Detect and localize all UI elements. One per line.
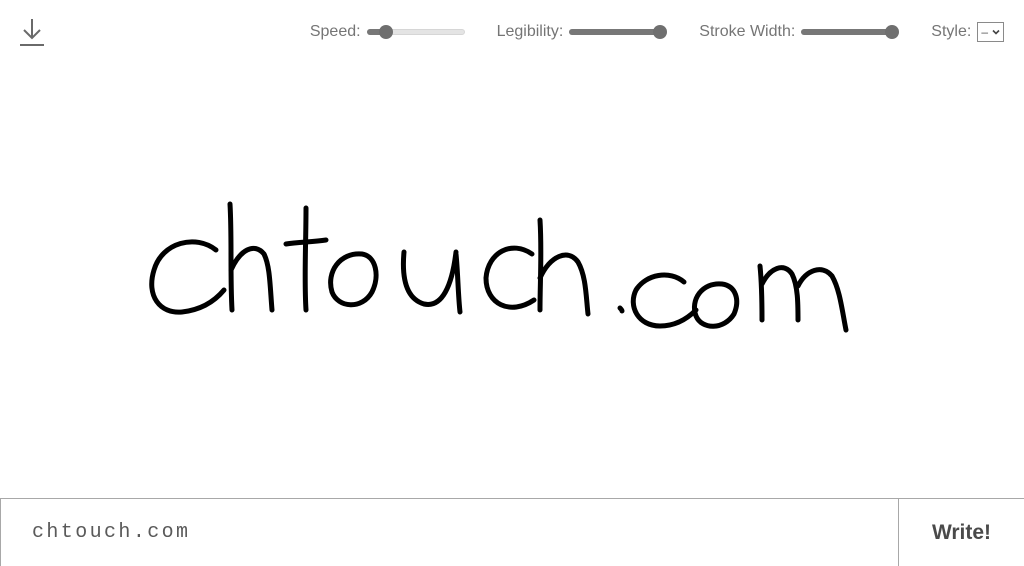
stroke-width-slider-fill xyxy=(801,29,893,35)
style-label: Style: xyxy=(931,23,972,40)
style-control: Style: – xyxy=(931,22,1004,42)
glyph-o xyxy=(328,251,379,308)
stroke-width-label: Stroke Width: xyxy=(699,23,796,40)
glyph-h xyxy=(227,201,275,313)
controls: Speed: Legibility: Stroke Width: Style: … xyxy=(310,20,1004,44)
speed-slider[interactable] xyxy=(366,25,465,39)
download-button[interactable] xyxy=(18,17,46,47)
glyph-u xyxy=(400,249,463,315)
glyph-o-2 xyxy=(692,281,740,329)
handwriting-output xyxy=(149,201,849,333)
glyph-t xyxy=(283,205,329,313)
speed-slider-thumb[interactable] xyxy=(379,25,394,39)
handwriting-canvas xyxy=(0,64,1024,498)
glyph-c-3 xyxy=(630,272,699,329)
legibility-slider-thumb[interactable] xyxy=(653,25,668,39)
stroke-width-slider-thumb[interactable] xyxy=(885,25,900,39)
handwriting-app: Speed: Legibility: Stroke Width: Style: … xyxy=(0,0,1024,566)
legibility-label: Legibility: xyxy=(496,23,564,40)
glyph-c-2 xyxy=(483,245,537,310)
text-input[interactable] xyxy=(0,499,898,566)
glyph-c xyxy=(149,239,227,315)
stroke-width-slider[interactable] xyxy=(801,25,900,39)
glyph-h-2 xyxy=(537,217,591,317)
legibility-slider[interactable] xyxy=(569,25,668,39)
legibility-control: Legibility: xyxy=(497,23,668,41)
write-button[interactable]: Write! xyxy=(898,499,1024,566)
download-icon xyxy=(20,19,44,46)
legibility-slider-fill xyxy=(569,29,661,35)
glyph-dot xyxy=(617,305,625,314)
style-selected-value: – xyxy=(981,25,988,39)
speed-control: Speed: xyxy=(310,23,465,41)
stroke-width-control: Stroke Width: xyxy=(699,23,900,41)
speed-label: Speed: xyxy=(309,23,361,40)
input-bar: Write! xyxy=(0,498,1024,566)
style-select[interactable]: – xyxy=(977,22,1004,42)
glyph-m xyxy=(757,263,849,333)
toolbar: Speed: Legibility: Stroke Width: Style: … xyxy=(0,0,1024,64)
chevron-down-icon xyxy=(992,29,1000,35)
